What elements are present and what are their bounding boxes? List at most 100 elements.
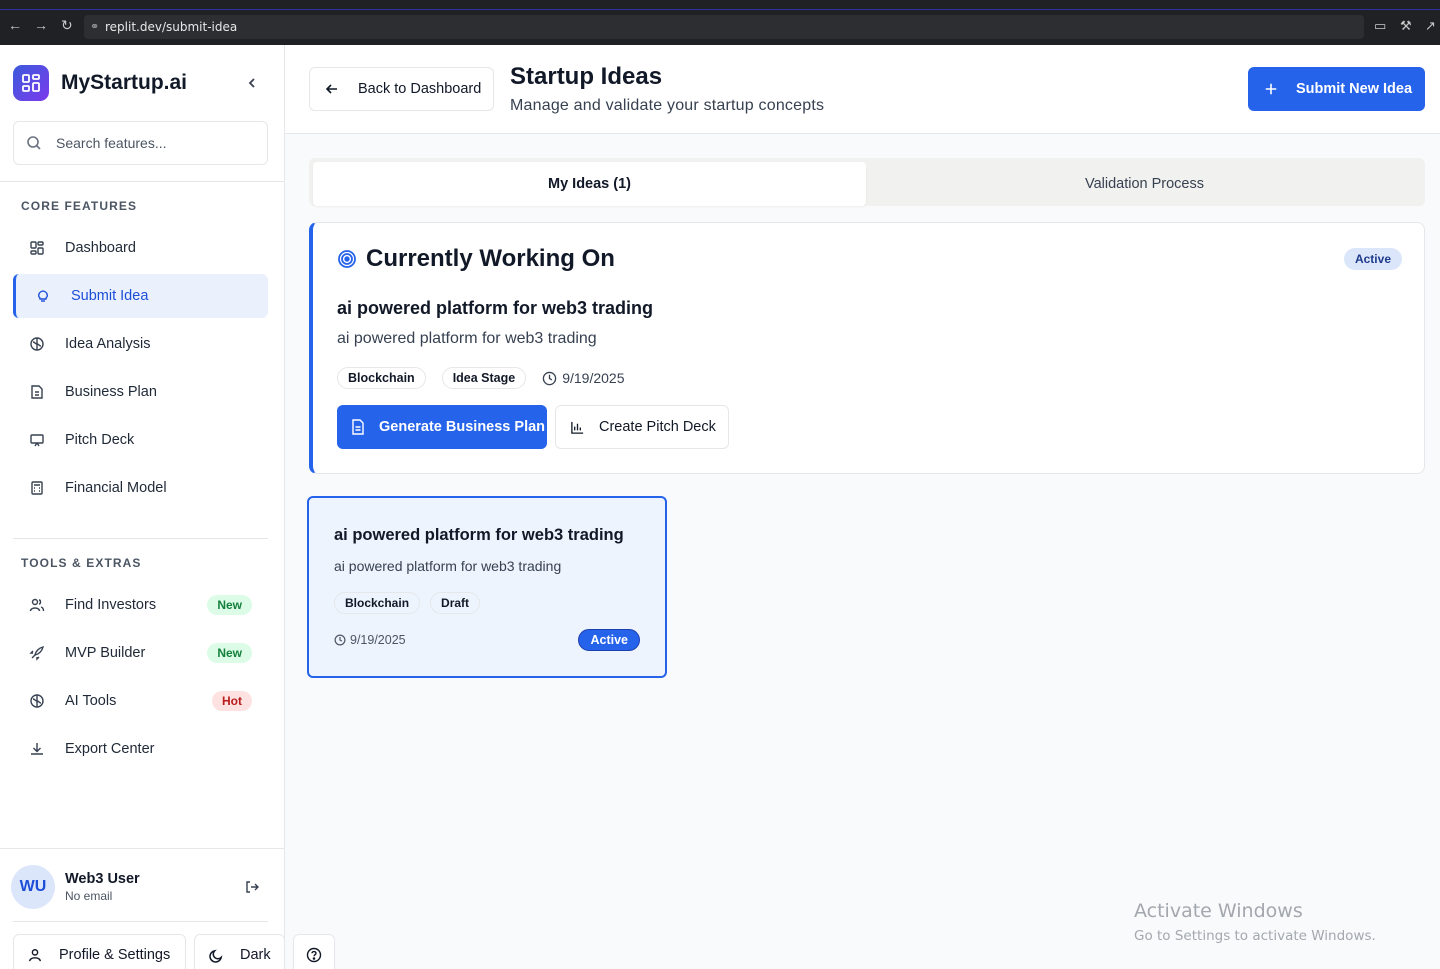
idea-card[interactable]: ai powered platform for web3 trading ai … — [307, 496, 667, 678]
avatar: WU — [11, 865, 55, 909]
wrench-icon[interactable]: ⚒ — [1400, 18, 1412, 34]
logout-button[interactable] — [244, 879, 260, 900]
brand[interactable]: MyStartup.ai — [13, 65, 187, 101]
collapse-sidebar-button[interactable] — [244, 75, 260, 91]
divider — [0, 181, 284, 182]
external-link-icon[interactable]: ↗ — [1425, 18, 1436, 34]
arrow-left-icon — [325, 84, 337, 94]
search-input[interactable] — [56, 135, 246, 151]
document-icon — [352, 419, 364, 435]
sidebar-item-label: Find Investors — [65, 597, 157, 613]
sidebar-item-find-investors[interactable]: Find Investors New — [13, 583, 268, 627]
sidebar-item-financial-model[interactable]: Financial Model — [13, 466, 268, 510]
bar-chart-icon — [571, 421, 584, 434]
pitch-button-label: Create Pitch Deck — [599, 419, 716, 435]
generate-button-label: Generate Business Plan — [379, 419, 546, 435]
clock-icon — [542, 371, 557, 385]
reload-icon[interactable]: ↻ — [61, 17, 73, 34]
page-subtitle: Manage and validate your startup concept… — [510, 97, 825, 114]
address-text: replit.dev/submit-idea — [105, 20, 238, 34]
current-heading: Currently Working On — [337, 245, 615, 273]
core-features-title: CORE FEATURES — [21, 199, 138, 213]
sidebar-item-dashboard[interactable]: Dashboard — [13, 226, 268, 270]
calculator-icon — [29, 480, 45, 496]
current-idea-date: 9/19/2025 — [542, 370, 625, 386]
back-to-dashboard-button[interactable]: Back to Dashboard — [309, 67, 494, 111]
profile-settings-label: Profile & Settings — [59, 947, 171, 963]
sidebar-item-ai-tools[interactable]: AI Tools Hot — [13, 679, 268, 723]
search-icon — [27, 136, 41, 150]
sidebar-item-mvp-builder[interactable]: MVP Builder New — [13, 631, 268, 675]
user-profile[interactable]: WU Web3 User No email — [11, 865, 140, 909]
forward-arrow-icon[interactable]: → — [34, 17, 48, 33]
back-arrow-icon[interactable]: ← — [8, 17, 22, 33]
search-box[interactable] — [13, 121, 268, 165]
current-idea-tags: Blockchain Idea Stage 9/19/2025 — [337, 367, 625, 389]
divider — [13, 921, 268, 922]
sidebar-item-submit-idea[interactable]: Submit Idea — [13, 274, 268, 318]
tab-validation-process[interactable]: Validation Process — [868, 162, 1421, 206]
new-badge: New — [207, 643, 252, 663]
lightbulb-icon — [35, 288, 51, 304]
current-heading-text: Currently Working On — [366, 245, 615, 272]
divider — [13, 538, 268, 539]
main-content: Back to Dashboard Startup Ideas Manage a… — [285, 45, 1440, 969]
category-tag: Blockchain — [337, 367, 426, 389]
sidebar-item-label: Export Center — [65, 741, 155, 757]
idea-description: ai powered platform for web3 trading — [334, 558, 562, 574]
moon-icon — [209, 949, 223, 963]
sidebar-item-label: Financial Model — [65, 480, 167, 496]
browser-toolbar: ← → ↻ ⚭ replit.dev/submit-idea ▭ ⚒ ↗ — [0, 0, 1440, 45]
users-icon — [29, 597, 45, 613]
status-badge: Active — [1343, 248, 1402, 270]
stage-tag: Idea Stage — [441, 367, 527, 389]
sidebar-item-export-center[interactable]: Export Center — [13, 727, 268, 771]
cast-icon[interactable]: ▭ — [1374, 18, 1386, 34]
submit-new-idea-button[interactable]: Submit New Idea — [1248, 67, 1425, 111]
submit-button-label: Submit New Idea — [1296, 81, 1413, 97]
sidebar: MyStartup.ai CORE FEATURES Dashboard Sub… — [0, 45, 285, 969]
tab-my-ideas[interactable]: My Ideas (1) — [313, 162, 866, 206]
sidebar-item-idea-analysis[interactable]: Idea Analysis — [13, 322, 268, 366]
link-icon: ⚭ — [90, 20, 100, 33]
sidebar-item-label: Pitch Deck — [65, 432, 135, 448]
chevron-left-icon — [248, 78, 255, 88]
generate-business-plan-button[interactable]: Generate Business Plan — [337, 405, 547, 449]
brain-icon — [29, 693, 45, 709]
hot-badge: Hot — [212, 691, 252, 711]
idea-title: ai powered platform for web3 trading — [334, 526, 624, 544]
date-text: 9/19/2025 — [350, 633, 406, 647]
brand-name: MyStartup.ai — [61, 71, 188, 94]
sidebar-item-label: Business Plan — [65, 384, 157, 400]
sidebar-item-label: MVP Builder — [65, 645, 146, 661]
user-name: Web3 User — [65, 871, 140, 887]
current-idea-description: ai powered platform for web3 trading — [337, 330, 597, 347]
new-badge: New — [207, 595, 252, 615]
date-text: 9/19/2025 — [562, 370, 625, 386]
user-icon — [29, 949, 41, 962]
sidebar-item-pitch-deck[interactable]: Pitch Deck — [13, 418, 268, 462]
idea-date: 9/19/2025 — [334, 633, 406, 647]
theme-toggle-button[interactable]: Dark — [194, 934, 285, 969]
download-icon — [29, 741, 45, 757]
draft-tag: Draft — [430, 592, 481, 614]
watermark-title: Activate Windows — [1134, 900, 1303, 922]
sidebar-item-business-plan[interactable]: Business Plan — [13, 370, 268, 414]
clock-icon — [334, 634, 346, 646]
page-title: Startup Ideas — [510, 63, 663, 90]
status-badge: Active — [578, 629, 640, 651]
help-button[interactable] — [293, 934, 335, 969]
back-button-label: Back to Dashboard — [358, 81, 482, 97]
plus-icon — [1265, 83, 1277, 95]
grid-icon — [29, 240, 45, 256]
tabs: My Ideas (1) Validation Process — [309, 158, 1425, 206]
divider — [0, 848, 284, 849]
create-pitch-deck-button[interactable]: Create Pitch Deck — [555, 405, 729, 449]
address-bar[interactable]: ⚭ replit.dev/submit-idea — [84, 15, 1364, 39]
rocket-icon — [29, 645, 45, 661]
presentation-icon — [29, 432, 45, 448]
brand-logo-icon — [13, 65, 49, 101]
current-idea-title: ai powered platform for web3 trading — [337, 298, 654, 318]
profile-settings-button[interactable]: Profile & Settings — [13, 934, 186, 969]
theme-label: Dark — [240, 947, 271, 963]
